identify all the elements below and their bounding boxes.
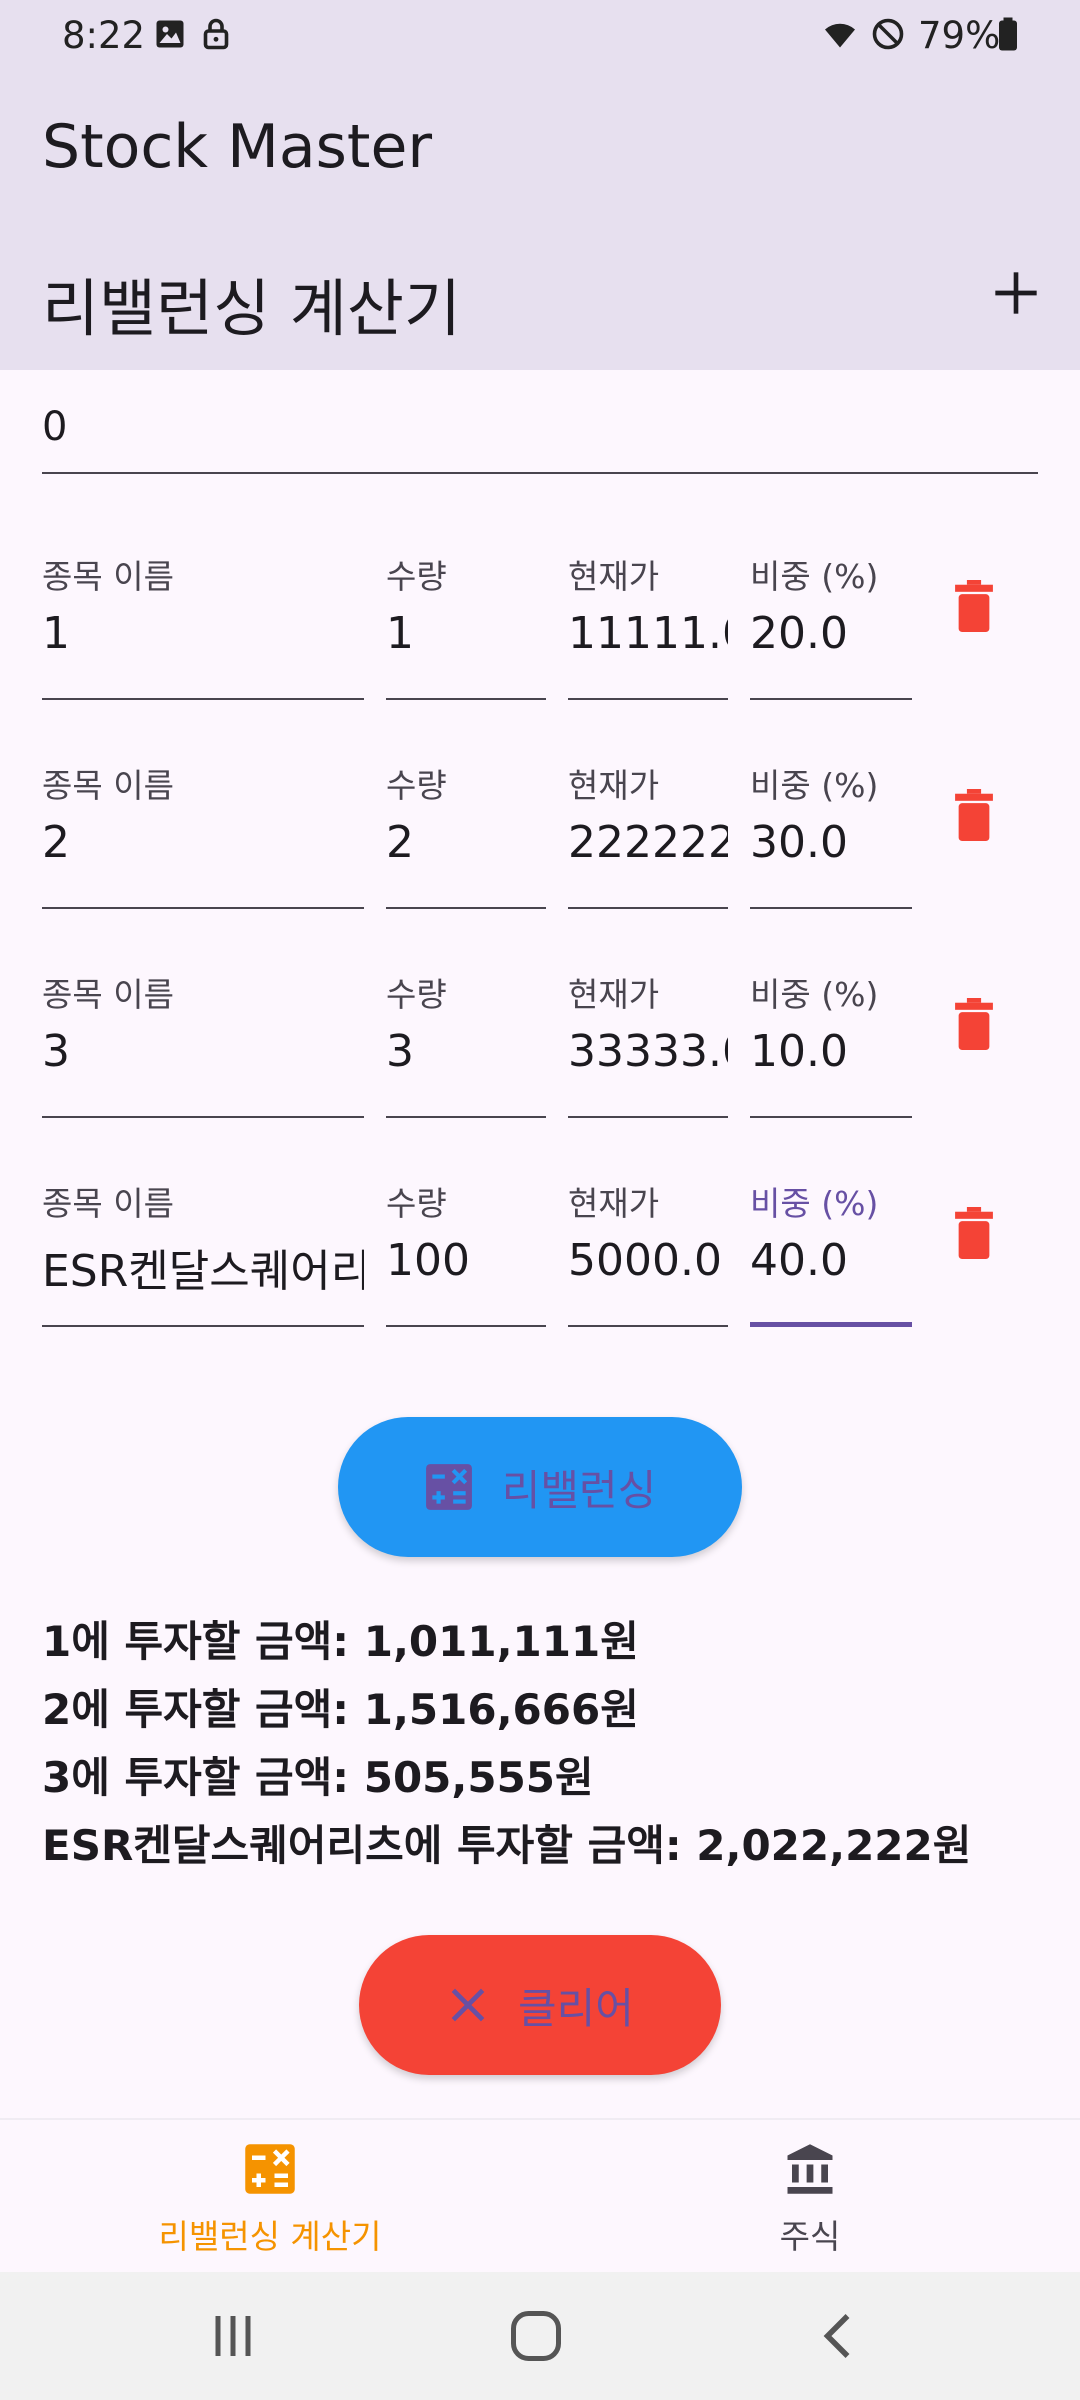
stock-name-value: ESR켄달스퀘어리츠 <box>42 1246 364 1297</box>
price-label: 현재가 <box>568 557 660 596</box>
stock-name-value: 1 <box>42 608 70 659</box>
quantity-field[interactable]: 수량 100 <box>386 1157 546 1327</box>
status-time: 8:22 <box>62 14 146 57</box>
stock-row: 종목 이름 2 수량 2 현재가 222222 비중 (%) 30.0 <box>0 739 1080 919</box>
stock-name-label: 종목 이름 <box>42 557 174 596</box>
weight-field[interactable]: 비중 (%) 10.0 <box>750 948 912 1118</box>
weight-value: 10.0 <box>750 1026 848 1077</box>
plus-icon[interactable] <box>985 262 1047 324</box>
do-not-disturb-icon <box>872 18 904 50</box>
nav-label: 주식 <box>779 2217 841 2256</box>
wifi-icon <box>825 23 855 48</box>
weight-field[interactable]: 비중 (%) 30.0 <box>750 739 912 909</box>
weight-field[interactable]: 비중 (%) 40.0 <box>750 1157 912 1327</box>
weight-label: 비중 (%) <box>750 766 879 805</box>
total-amount-value: 0 <box>42 404 68 450</box>
price-field[interactable]: 현재가 5000.0 <box>568 1157 728 1327</box>
delete-icon[interactable] <box>955 1207 993 1259</box>
status-bar: 8:22 79% <box>0 0 1080 75</box>
page-title: 리밸런싱 계산기 <box>42 272 461 345</box>
weight-label: 비중 (%) <box>750 1184 879 1223</box>
top-app-bar: 8:22 79% Stock Master 리밸런싱 계산기 <box>0 0 1080 370</box>
price-field[interactable]: 현재가 33333.0 <box>568 948 728 1118</box>
weight-value: 40.0 <box>750 1235 848 1286</box>
stock-name-field[interactable]: 종목 이름 2 <box>42 739 364 909</box>
close-icon <box>451 1988 485 2022</box>
battery-percent: 79% <box>918 14 1001 57</box>
price-label: 현재가 <box>568 975 660 1014</box>
price-value: 33333.0 <box>568 1026 728 1077</box>
result-line: 2에 투자할 금액: 1,516,666원 <box>42 1685 639 1734</box>
calculator-icon <box>425 1464 472 1510</box>
price-value: 11111.0 <box>568 608 728 659</box>
price-field[interactable]: 현재가 222222 <box>568 739 728 909</box>
result-line: 3에 투자할 금액: 505,555원 <box>42 1753 594 1802</box>
back-icon[interactable] <box>810 2306 870 2366</box>
quantity-field[interactable]: 수량 2 <box>386 739 546 909</box>
clear-button-label: 클리어 <box>518 1983 634 2033</box>
quantity-value: 100 <box>386 1235 470 1286</box>
lock-icon <box>203 18 229 50</box>
quantity-label: 수량 <box>386 975 447 1014</box>
price-value: 5000.0 <box>568 1235 722 1286</box>
app-title: Stock Master <box>42 112 433 182</box>
clear-button[interactable]: 클리어 <box>359 1935 721 2075</box>
quantity-field[interactable]: 수량 1 <box>386 530 546 700</box>
delete-icon[interactable] <box>955 998 993 1050</box>
stock-name-label: 종목 이름 <box>42 766 174 805</box>
image-icon <box>156 20 184 48</box>
stock-row: 종목 이름 ESR켄달스퀘어리츠 수량 100 현재가 5000.0 비중 (%… <box>0 1157 1080 1337</box>
stock-name-value: 2 <box>42 817 70 868</box>
delete-icon[interactable] <box>955 580 993 632</box>
weight-field[interactable]: 비중 (%) 20.0 <box>750 530 912 700</box>
price-label: 현재가 <box>568 766 660 805</box>
app-screen: 8:22 79% Stock Master 리밸런싱 계산기 0 종목 이름 1… <box>0 0 1080 2400</box>
price-label: 현재가 <box>568 1184 660 1223</box>
calculator-icon <box>245 2144 295 2194</box>
stock-name-field[interactable]: 종목 이름 3 <box>42 948 364 1118</box>
weight-value: 30.0 <box>750 817 848 868</box>
quantity-label: 수량 <box>386 766 447 805</box>
quantity-value: 1 <box>386 608 414 659</box>
stock-name-field[interactable]: 종목 이름 1 <box>42 530 364 700</box>
weight-value: 20.0 <box>750 608 848 659</box>
results-list: 1에 투자할 금액: 1,011,111원 2에 투자할 금액: 1,516,6… <box>42 1608 1042 1880</box>
quantity-field[interactable]: 수량 3 <box>386 948 546 1118</box>
bank-icon <box>787 2144 833 2194</box>
rebalance-button-label: 리밸런싱 <box>501 1465 657 1515</box>
stock-name-field[interactable]: 종목 이름 ESR켄달스퀘어리츠 <box>42 1157 364 1327</box>
quantity-value: 3 <box>386 1026 414 1077</box>
stock-name-value: 3 <box>42 1026 70 1077</box>
recent-apps-icon[interactable] <box>203 2306 263 2366</box>
nav-item-rebalance-calculator[interactable]: 리밸런싱 계산기 <box>130 2120 410 2274</box>
total-amount-field[interactable]: 0 <box>42 370 1038 474</box>
price-field[interactable]: 현재가 11111.0 <box>568 530 728 700</box>
price-value: 222222 <box>568 817 728 868</box>
nav-item-stocks[interactable]: 주식 <box>710 2120 910 2274</box>
weight-label: 비중 (%) <box>750 557 879 596</box>
quantity-label: 수량 <box>386 1184 447 1223</box>
content-area: 0 종목 이름 1 수량 1 현재가 11111.0 비중 (%) 20.0 <box>0 370 1080 2118</box>
delete-icon[interactable] <box>955 789 993 841</box>
stock-name-label: 종목 이름 <box>42 975 174 1014</box>
result-line: 1에 투자할 금액: 1,011,111원 <box>42 1617 639 1666</box>
nav-label: 리밸런싱 계산기 <box>158 2217 382 2256</box>
result-line: ESR켄달스퀘어리츠에 투자할 금액: 2,022,222원 <box>42 1821 972 1870</box>
quantity-label: 수량 <box>386 557 447 596</box>
stock-name-label: 종목 이름 <box>42 1184 174 1223</box>
stock-row: 종목 이름 3 수량 3 현재가 33333.0 비중 (%) 10.0 <box>0 948 1080 1128</box>
stock-row: 종목 이름 1 수량 1 현재가 11111.0 비중 (%) 20.0 <box>0 530 1080 710</box>
weight-label: 비중 (%) <box>750 975 879 1014</box>
home-icon[interactable] <box>506 2306 566 2366</box>
rebalance-button[interactable]: 리밸런싱 <box>338 1417 742 1557</box>
bottom-navigation: 리밸런싱 계산기 주식 <box>0 2118 1080 2272</box>
system-navigation-bar <box>0 2272 1080 2400</box>
battery-icon <box>999 17 1017 51</box>
quantity-value: 2 <box>386 817 414 868</box>
